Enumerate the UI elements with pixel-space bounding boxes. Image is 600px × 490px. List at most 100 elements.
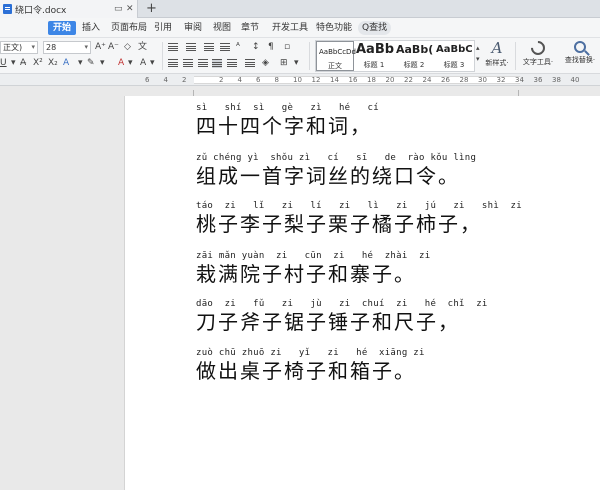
- numbering-icon[interactable]: [186, 43, 196, 52]
- hanzi-line: 组成一首字词丝的绕口令。: [196, 164, 460, 188]
- menu-page-layout[interactable]: 页面布局: [111, 21, 147, 35]
- hanzi-line: 四十四个字和词，: [196, 114, 372, 138]
- increase-indent-icon[interactable]: [220, 43, 230, 52]
- style-heading-2-name: 标题 2: [403, 61, 425, 69]
- search-icon: [574, 41, 586, 53]
- sort-icon[interactable]: ↕: [252, 41, 260, 53]
- ruler-number: 6: [256, 76, 261, 84]
- menu-references[interactable]: 引用: [154, 21, 172, 35]
- chevron-down-icon: ▾: [84, 43, 88, 51]
- ruler-number: 40: [570, 76, 580, 84]
- superscript-icon[interactable]: X²: [33, 57, 43, 69]
- font-color-icon[interactable]: A: [118, 57, 124, 69]
- menu-home[interactable]: 开始: [48, 21, 77, 35]
- document-icon: [3, 4, 12, 14]
- style-heading-2[interactable]: AaBb( 标题 2: [394, 41, 434, 71]
- text-line[interactable]: zāi mǎn yuàn zi cūn zi hé zhài zi 栽满院子村子…: [196, 251, 430, 286]
- decrease-indent-icon[interactable]: [204, 43, 214, 52]
- ruler-number: 26: [441, 76, 450, 84]
- chevron-down-icon[interactable]: ▾: [100, 57, 105, 69]
- separator: [162, 42, 163, 70]
- distributed-icon[interactable]: [227, 59, 237, 68]
- justify-icon[interactable]: [212, 59, 222, 68]
- ruler-number: 20: [385, 76, 395, 84]
- ruler-number: 4: [163, 76, 168, 84]
- ruler-number: 34: [515, 76, 524, 84]
- text-tools-button[interactable]: 文字工具·: [518, 38, 558, 67]
- text-line[interactable]: zuò chū zhuō zi yǐ zi hé xiāng zi 做出桌子椅子…: [196, 348, 425, 383]
- chinese-layout-icon[interactable]: ᴬ: [236, 41, 240, 53]
- clear-format-icon[interactable]: ◇: [124, 41, 131, 53]
- menu-view[interactable]: 视图: [213, 21, 231, 35]
- pinyin-guide-icon[interactable]: 文: [138, 41, 147, 53]
- menu-search[interactable]: Q查找: [358, 21, 392, 35]
- pinyin-line: dāo zi fǔ zi jù zi chuí zi hé chǐ zi: [196, 299, 488, 309]
- hanzi-line: 刀子斧子锯子锤子和尺子，: [196, 310, 460, 334]
- menu-insert[interactable]: 插入: [82, 21, 100, 35]
- font-name-select[interactable]: 正文) ▾: [0, 41, 38, 54]
- strikethrough-icon[interactable]: A̶: [20, 57, 26, 69]
- style-heading-3[interactable]: AaBbC 标题 3: [434, 41, 474, 71]
- align-center-icon[interactable]: [183, 59, 193, 68]
- text-effect-icon[interactable]: A: [63, 57, 69, 69]
- grow-font-icon[interactable]: A⁺: [95, 41, 106, 53]
- chevron-down-icon[interactable]: ▾: [128, 57, 133, 69]
- style-heading-1-sample: AaBb: [356, 42, 395, 57]
- text-line[interactable]: zǔ chéng yì shǒu zì cí sī de rào kǒu lìn…: [196, 153, 476, 188]
- font-size-select[interactable]: 28 ▾: [43, 41, 91, 54]
- align-right-icon[interactable]: [198, 59, 208, 68]
- menu-features[interactable]: 特色功能: [316, 21, 352, 35]
- hanzi-line: 做出桌子椅子和箱子。: [196, 359, 416, 383]
- pinyin-line: táo zi lǐ zi lí zi lì zi jú zi shì zi: [196, 201, 522, 211]
- menu-chapter[interactable]: 章节: [241, 21, 259, 35]
- font-name-value: 正文): [3, 43, 23, 52]
- menu-review[interactable]: 审阅: [184, 21, 202, 35]
- chevron-down-icon[interactable]: ▾: [11, 57, 16, 69]
- chevron-down-icon[interactable]: ▾: [294, 57, 299, 69]
- style-normal-name: 正文: [328, 62, 342, 70]
- style-normal[interactable]: AaBbCcDd 正文: [316, 41, 356, 71]
- ruler-number: 6: [145, 76, 150, 84]
- line-spacing-icon[interactable]: [245, 59, 255, 68]
- show-marks-icon[interactable]: ¶: [268, 41, 274, 53]
- document-tab[interactable]: 绕口令.docx ▭ ✕: [0, 0, 138, 18]
- new-style-label: 新样式·: [485, 59, 509, 67]
- shrink-font-icon[interactable]: A⁻: [108, 41, 119, 53]
- ruler-number: 12: [311, 76, 321, 84]
- text-line[interactable]: táo zi lǐ zi lí zi lì zi jú zi shì zi 桃子…: [196, 201, 522, 236]
- style-heading-1[interactable]: AaBb 标题 1: [354, 41, 394, 71]
- text-line[interactable]: sì shí sì gè zì hé cí 四十四个字和词，: [196, 103, 379, 138]
- borders-icon[interactable]: ⊞: [280, 57, 288, 69]
- pinyin-line: zuò chū zhuō zi yǐ zi hé xiāng zi: [196, 348, 425, 358]
- new-style-button[interactable]: A 新样式·: [477, 40, 517, 68]
- text-line[interactable]: dāo zi fǔ zi jù zi chuí zi hé chǐ zi 刀子斧…: [196, 299, 488, 334]
- ruler-number: 2: [219, 76, 224, 84]
- highlight-icon[interactable]: ✎: [87, 57, 95, 69]
- style-heading-2-sample: AaBb(: [396, 43, 434, 56]
- ruler-number: 36: [533, 76, 543, 84]
- pinyin-line: sì shí sì gè zì hé cí: [196, 103, 379, 113]
- ruler-number: 30: [478, 76, 487, 84]
- restore-icon[interactable]: ▭: [114, 3, 123, 15]
- align-left-icon[interactable]: [168, 59, 178, 68]
- menu-developer[interactable]: 开发工具: [272, 21, 308, 35]
- shading-icon[interactable]: ◈: [262, 57, 269, 69]
- new-tab-button[interactable]: +: [146, 1, 157, 17]
- document-tab-name: 绕口令.docx: [15, 5, 67, 16]
- underline-icon[interactable]: U: [0, 57, 7, 69]
- text-tools-label: 文字工具·: [522, 58, 554, 66]
- pinyin-line: zāi mǎn yuàn zi cūn zi hé zhài zi: [196, 251, 431, 261]
- ruler-number: 24: [422, 76, 432, 84]
- separator: [515, 42, 516, 70]
- close-tab-icon[interactable]: ✕: [126, 3, 134, 15]
- bullets-icon[interactable]: [168, 43, 178, 52]
- char-border-icon[interactable]: A: [140, 57, 146, 69]
- subscript-icon[interactable]: X₂: [48, 57, 58, 69]
- ruler-number: 32: [496, 76, 506, 84]
- find-replace-button[interactable]: 查找替换·: [560, 40, 600, 65]
- border-icon[interactable]: ▫: [284, 41, 290, 53]
- ruler-number: 2: [182, 76, 187, 84]
- chevron-down-icon[interactable]: ▾: [78, 57, 83, 69]
- ruler-number: 18: [367, 76, 376, 84]
- chevron-down-icon[interactable]: ▾: [150, 57, 155, 69]
